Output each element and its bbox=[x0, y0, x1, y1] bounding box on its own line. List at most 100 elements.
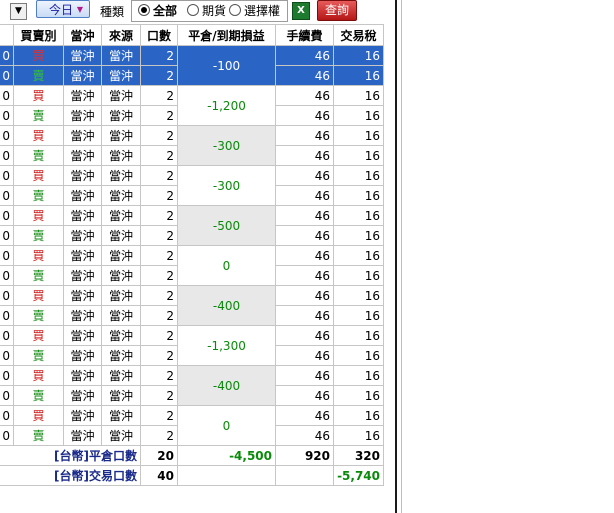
quantity-cell: 2 bbox=[140, 125, 178, 146]
quantity-cell: 2 bbox=[140, 385, 178, 406]
column-header-source[interactable]: 來源 bbox=[101, 24, 141, 46]
column-header-buy-sell[interactable]: 買賣別 bbox=[13, 24, 64, 46]
fee-cell: 46 bbox=[275, 425, 334, 446]
buy-sell-cell: 買 bbox=[13, 325, 64, 346]
table-row[interactable]: 0 買當沖 當沖 2 0 46 16 bbox=[0, 245, 384, 286]
source-cell: 當沖 bbox=[101, 285, 141, 306]
source-cell: 當沖 bbox=[101, 165, 141, 186]
quantity-cell: 2 bbox=[140, 165, 178, 186]
excel-icon[interactable]: X bbox=[292, 2, 310, 20]
buy-sell-cell: 賣 bbox=[13, 385, 64, 406]
column-header-quantity[interactable]: 口數 bbox=[140, 24, 178, 46]
total-close-pl: -4,500 bbox=[177, 445, 276, 466]
buy-sell-cell: 賣 bbox=[13, 65, 64, 86]
fee-cell: 46 bbox=[275, 105, 334, 126]
fee-cell: 46 bbox=[275, 85, 334, 106]
total-trade-tax: -5,740 bbox=[333, 465, 384, 486]
radio-unchecked-icon bbox=[229, 4, 241, 16]
tax-cell: 16 bbox=[333, 305, 384, 326]
fee-cell: 46 bbox=[275, 45, 334, 66]
buy-sell-cell: 賣 bbox=[13, 185, 64, 206]
column-header-first[interactable] bbox=[0, 24, 14, 46]
type-cell: 當沖 bbox=[63, 305, 102, 326]
column-header-type[interactable]: 當沖 bbox=[63, 24, 102, 46]
table-row[interactable]: 0 買當沖 當沖 2 -400 46 16 bbox=[0, 365, 384, 406]
today-button[interactable]: 今日 ▼ bbox=[36, 0, 90, 18]
tax-cell: 16 bbox=[333, 45, 384, 66]
type-cell: 當沖 bbox=[63, 225, 102, 246]
tax-cell: 16 bbox=[333, 385, 384, 406]
profit-loss-cell: -300 bbox=[177, 165, 276, 206]
fee-cell: 46 bbox=[275, 405, 334, 426]
quantity-cell: 2 bbox=[140, 365, 178, 386]
quantity-cell: 2 bbox=[140, 185, 178, 206]
total-trade-pl-empty bbox=[177, 465, 276, 486]
row-first-cell: 0 bbox=[0, 65, 14, 86]
quantity-cell: 2 bbox=[140, 305, 178, 326]
tax-cell: 16 bbox=[333, 165, 384, 186]
tax-cell: 16 bbox=[333, 405, 384, 426]
profit-loss-cell: 0 bbox=[177, 245, 276, 286]
dropdown-arrow-button[interactable]: ▼ bbox=[10, 3, 27, 20]
type-cell: 當沖 bbox=[63, 285, 102, 306]
fee-cell: 46 bbox=[275, 65, 334, 86]
column-header-fee[interactable]: 手續費 bbox=[275, 24, 334, 46]
table-row[interactable]: 0 買當沖 當沖 2 -300 46 16 bbox=[0, 125, 384, 166]
table-row[interactable]: 0 買當沖 當沖 2 -100 46 16 bbox=[0, 45, 384, 86]
buy-sell-cell: 賣 bbox=[13, 425, 64, 446]
panel-divider[interactable] bbox=[395, 0, 397, 513]
buy-sell-cell: 賣 bbox=[13, 145, 64, 166]
column-header-profit-loss[interactable]: 平倉/到期損益 bbox=[177, 24, 276, 46]
profit-loss-cell: -1,200 bbox=[177, 85, 276, 126]
table-row[interactable]: 0 買當沖 當沖 2 -1,200 46 16 bbox=[0, 85, 384, 126]
radio-futures[interactable]: 期貨 bbox=[187, 4, 226, 18]
type-cell: 當沖 bbox=[63, 105, 102, 126]
kind-label: 種類 bbox=[100, 5, 125, 19]
buy-sell-cell: 買 bbox=[13, 165, 64, 186]
table-row[interactable]: 0 買當沖 當沖 2 -1,300 46 16 bbox=[0, 325, 384, 366]
table-header-row: 買賣別 當沖 來源 口數 平倉/到期損益 手續費 交易稅 bbox=[0, 24, 384, 46]
row-first-cell: 0 bbox=[0, 205, 14, 226]
source-cell: 當沖 bbox=[101, 325, 141, 346]
tax-cell: 16 bbox=[333, 285, 384, 306]
table-row[interactable]: 0 買當沖 當沖 2 -500 46 16 bbox=[0, 205, 384, 246]
row-first-cell: 0 bbox=[0, 245, 14, 266]
kind-radio-group: 全部 期貨 選擇權 bbox=[131, 0, 288, 22]
tax-cell: 16 bbox=[333, 105, 384, 126]
profit-loss-cell: -300 bbox=[177, 125, 276, 166]
buy-sell-cell: 買 bbox=[13, 125, 64, 146]
fee-cell: 46 bbox=[275, 285, 334, 306]
total-trade-row: [台幣]交易口數 40 -5,740 bbox=[0, 465, 384, 486]
buy-sell-cell: 買 bbox=[13, 365, 64, 386]
fee-cell: 46 bbox=[275, 385, 334, 406]
radio-options[interactable]: 選擇權 bbox=[229, 4, 280, 18]
today-label: 今日 bbox=[49, 3, 74, 17]
table-row[interactable]: 0 買當沖 當沖 2 -400 46 16 bbox=[0, 285, 384, 326]
source-cell: 當沖 bbox=[101, 265, 141, 286]
source-cell: 當沖 bbox=[101, 385, 141, 406]
quantity-cell: 2 bbox=[140, 225, 178, 246]
profit-loss-cell: -400 bbox=[177, 285, 276, 326]
fee-cell: 46 bbox=[275, 205, 334, 226]
type-cell: 當沖 bbox=[63, 145, 102, 166]
total-close-tax: 320 bbox=[333, 445, 384, 466]
type-cell: 當沖 bbox=[63, 245, 102, 266]
row-first-cell: 0 bbox=[0, 265, 14, 286]
quantity-cell: 2 bbox=[140, 145, 178, 166]
tax-cell: 16 bbox=[333, 85, 384, 106]
radio-all[interactable]: 全部 bbox=[138, 4, 177, 18]
total-close-label: [台幣]平倉口數 bbox=[0, 445, 141, 466]
query-button[interactable]: 查詢 bbox=[317, 0, 357, 21]
type-cell: 當沖 bbox=[63, 385, 102, 406]
fee-cell: 46 bbox=[275, 325, 334, 346]
row-first-cell: 0 bbox=[0, 85, 14, 106]
buy-sell-cell: 買 bbox=[13, 285, 64, 306]
source-cell: 當沖 bbox=[101, 185, 141, 206]
profit-loss-cell: -500 bbox=[177, 205, 276, 246]
radio-unchecked-icon bbox=[187, 4, 199, 16]
table-row[interactable]: 0 買當沖 當沖 2 0 46 16 bbox=[0, 405, 384, 446]
source-cell: 當沖 bbox=[101, 425, 141, 446]
table-row[interactable]: 0 買當沖 當沖 2 -300 46 16 bbox=[0, 165, 384, 206]
column-header-tax[interactable]: 交易稅 bbox=[333, 24, 384, 46]
row-first-cell: 0 bbox=[0, 145, 14, 166]
